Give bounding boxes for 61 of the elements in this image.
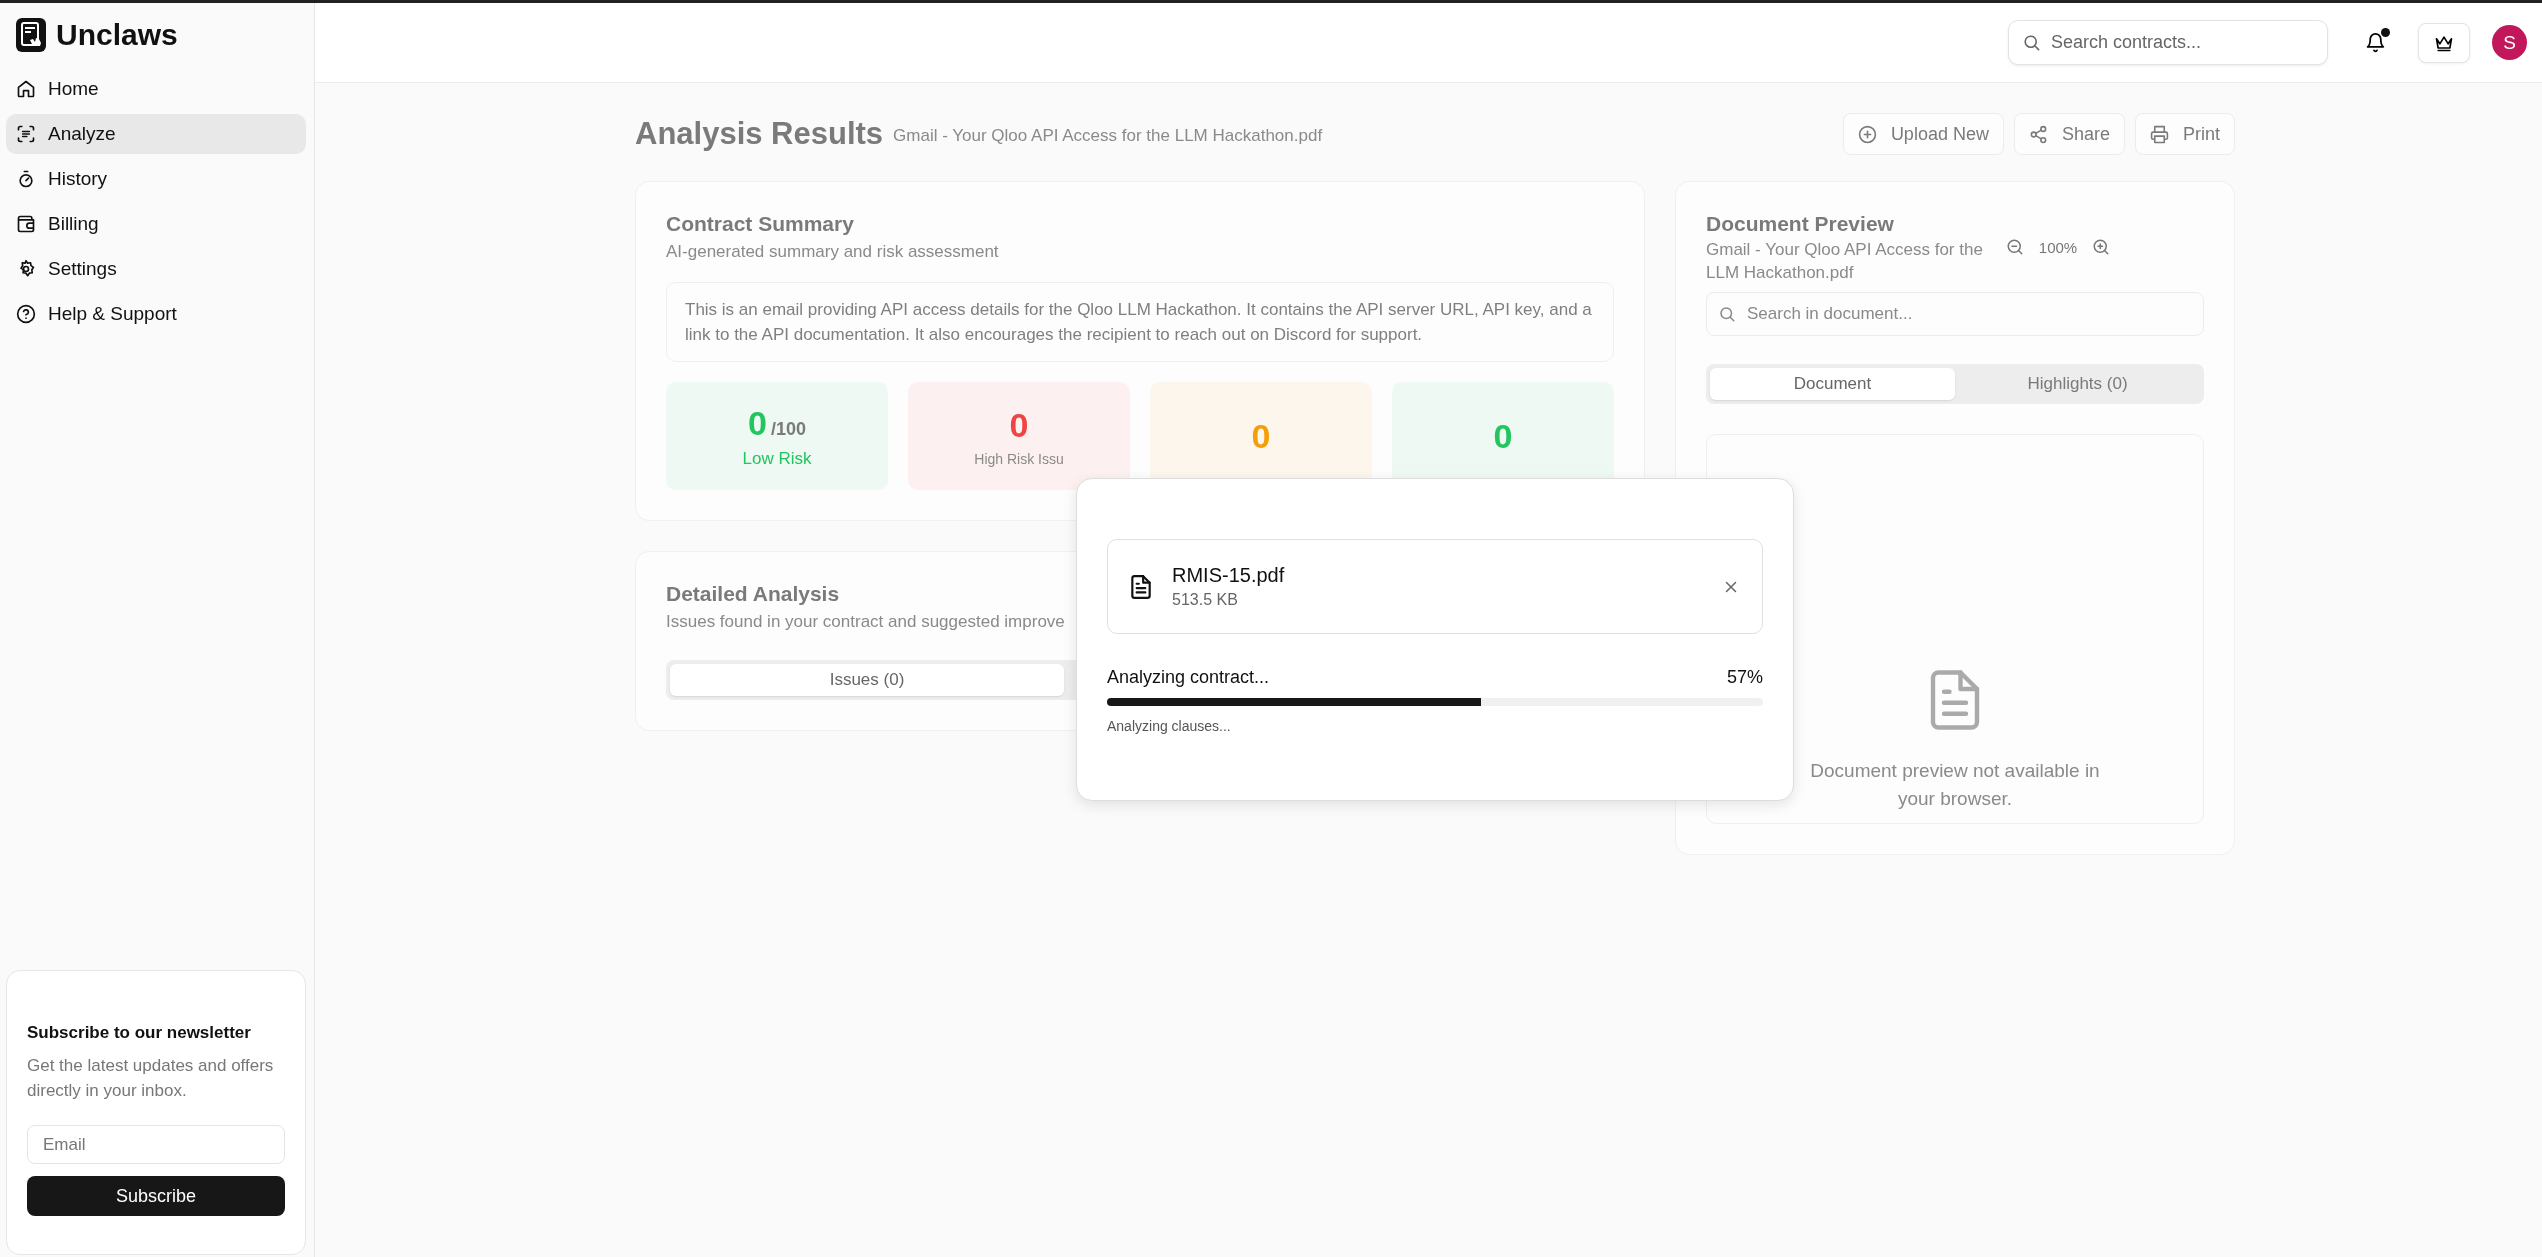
card-subtitle: AI-generated summary and risk assessment: [666, 242, 999, 262]
tab[interactable]: Document: [1710, 368, 1955, 400]
stopwatch-icon: [16, 169, 36, 189]
newsletter-description: Get the latest updates and offers directly in your inbox.: [27, 1055, 275, 1102]
summary-text: This is an email providing API access details for the Qloo LLM Hackathon. It contains the API server URL, API key, and a link to the API documentation. It also encourages the recipient to reach out on Discord for support.: [666, 282, 1614, 362]
share-icon: [2028, 124, 2048, 144]
wallet-icon: [16, 214, 36, 234]
progress-step: Analyzing clauses...: [1107, 718, 1763, 734]
nav-item[interactable]: History: [6, 159, 306, 199]
stat-value: 0: [1251, 416, 1271, 456]
zoom-level: 100%: [2038, 238, 2078, 256]
zoom-out-icon: [2006, 238, 2024, 256]
nav-item[interactable]: Help & Support: [6, 294, 306, 334]
nav-item[interactable]: Settings: [6, 249, 306, 289]
stat-suffix: /100: [770, 418, 806, 440]
file-size: 513.5 KB: [1172, 591, 1239, 609]
file-name: RMIS-15.pdf: [1172, 564, 1285, 587]
newsletter-title: Subscribe to our newsletter: [27, 1023, 252, 1043]
printer-icon: [2150, 124, 2169, 144]
card-title: Detailed Analysis: [666, 582, 840, 606]
share-button[interactable]: Share: [2013, 113, 2125, 155]
subscribe-button[interactable]: Subscribe: [27, 1176, 285, 1216]
stat-value: 0: [1493, 416, 1513, 456]
home-icon: [16, 79, 36, 99]
file-name: Gmail - Your Qloo API Access for the LLM Hackathon.pdf: [893, 126, 1323, 146]
search-icon: [2022, 33, 2041, 52]
logo-icon: [16, 18, 46, 52]
print-button[interactable]: Print: [2135, 113, 2235, 155]
nav-item[interactable]: Analyze: [6, 114, 306, 154]
zoom-in-icon: [2092, 238, 2110, 256]
file-name: Gmail - Your Qloo API Access for the LLM Hackathon.pdf: [1706, 239, 1984, 284]
nav-item[interactable]: Home: [6, 69, 306, 109]
document-icon: [1128, 573, 1154, 600]
user-avatar[interactable]: S: [2492, 25, 2527, 60]
progress-percent: 57%: [1726, 667, 1763, 688]
zoom-out-button[interactable]: [2006, 238, 2024, 256]
empty-message: Document preview not available in your browser.: [1809, 759, 2101, 811]
stat-label: Low Risk: [742, 448, 812, 469]
help-icon: [16, 304, 36, 324]
tab[interactable]: Highlights (0): [1955, 368, 2200, 400]
progress-label: Analyzing contract...: [1107, 667, 1270, 688]
stat-value: 0: [748, 403, 767, 443]
card-subtitle: Issues found in your contract and suggested improve: [666, 612, 1065, 632]
card-title: Contract Summary: [666, 212, 854, 236]
brand-name: Unclaws: [56, 18, 178, 52]
card-title: Document Preview: [1706, 212, 1894, 236]
stat-value: 0: [1009, 405, 1029, 445]
add-icon: [1857, 124, 1877, 144]
zoom-in-button[interactable]: [2092, 238, 2110, 256]
page-title: Analysis Results: [635, 116, 884, 152]
search-icon: [1718, 305, 1736, 323]
search-field[interactable]: Search contracts...: [2008, 20, 2328, 65]
scan-icon: [16, 124, 36, 144]
email-field[interactable]: Email: [27, 1125, 285, 1164]
premium-button[interactable]: [2418, 22, 2470, 63]
upload-button[interactable]: Upload New: [1842, 113, 2004, 155]
bell-icon: [2364, 32, 2386, 53]
stat-label: High Risk Issu: [974, 450, 1064, 467]
tab[interactable]: Issues (0): [670, 664, 1064, 696]
nav-item[interactable]: Billing: [6, 204, 306, 244]
document-search-field[interactable]: Search in document...: [1706, 292, 2204, 336]
